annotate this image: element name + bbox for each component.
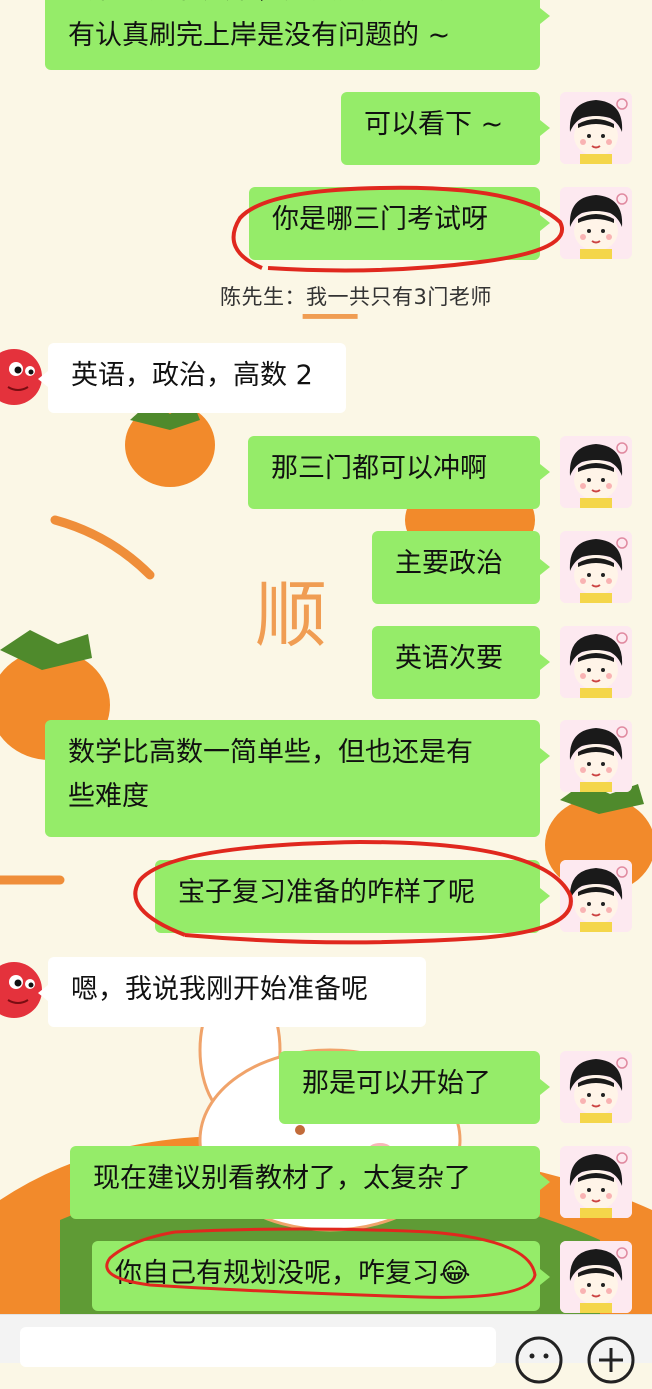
message-text: 你是哪三门考试呀 — [272, 204, 488, 235]
message-input[interactable] — [20, 1327, 496, 1367]
message-bubble[interactable]: 那三门都可以冲啊 — [248, 436, 550, 509]
message-text: 英语次要 — [395, 643, 503, 674]
message-bubble[interactable]: 你自己有规划没呢，咋复习😂 — [92, 1241, 550, 1311]
girl-avatar-icon[interactable] — [560, 436, 632, 508]
girl-avatar-icon[interactable] — [560, 1146, 632, 1218]
message-text: 些难度 — [68, 781, 149, 812]
message-bubble[interactable]: 主要政治 — [372, 531, 550, 604]
message-bubble[interactable]: 那是可以开始了 — [279, 1051, 550, 1124]
girl-avatar-icon[interactable] — [560, 860, 632, 932]
girl-avatar-icon[interactable] — [560, 720, 632, 792]
message-text: 有认真刷完上岸是没有问题的 ~ — [68, 20, 451, 51]
chat-area: 会有好题和英语，还真大概也会 有认真刷完上岸是没有问题的 ~ 可以看下 ~ 你是… — [0, 0, 652, 1362]
message-text: 现在建议别看教材了，太复杂了 — [93, 1163, 471, 1194]
message-bubble[interactable]: 现在建议别看教材了，太复杂了 — [70, 1146, 550, 1219]
message-text: 那三门都可以冲啊 — [271, 453, 487, 484]
message-bubble[interactable]: 英语，政治，高数 2 — [38, 343, 346, 413]
girl-avatar-icon[interactable] — [560, 626, 632, 698]
message-text: 那是可以开始了 — [302, 1068, 491, 1099]
message-text: 数学比高数一简单些，但也还是有 — [68, 737, 473, 768]
girl-avatar-icon[interactable] — [560, 1051, 632, 1123]
message-bubble[interactable]: 英语次要 — [372, 626, 550, 699]
message-text: 主要政治 — [395, 548, 503, 579]
message-text: 你自己有规划没呢，咋复习😂 — [115, 1258, 471, 1289]
message-text: 可以看下 ~ — [364, 109, 504, 140]
message-bubble[interactable]: 宝子复习准备的咋样了呢 — [155, 860, 550, 933]
smiley-icon[interactable] — [514, 1335, 564, 1385]
message-text: 会有好题和英语，还真大概也会 — [68, 0, 446, 12]
girl-avatar-icon[interactable] — [560, 1241, 632, 1313]
plus-icon[interactable] — [586, 1335, 636, 1385]
message-bubble[interactable]: 嗯，我说我刚开始准备呢 — [38, 957, 426, 1027]
girl-avatar-icon[interactable] — [560, 92, 632, 164]
message-bubble[interactable]: 数学比高数一简单些，但也还是有 些难度 — [45, 720, 550, 837]
message-text: 嗯，我说我刚开始准备呢 — [71, 974, 368, 1005]
quoted-message[interactable]: 陈先生：我一共只有3门老师 — [220, 281, 492, 311]
girl-avatar-icon[interactable] — [560, 187, 632, 259]
message-bubble[interactable]: 会有好题和英语，还真大概也会 有认真刷完上岸是没有问题的 ~ — [45, 0, 550, 70]
message-input-bar — [0, 1314, 652, 1384]
message-text: 宝子复习准备的咋样了呢 — [178, 877, 475, 908]
message-bubble[interactable]: 你是哪三门考试呀 — [249, 187, 550, 260]
message-text: 英语，政治，高数 2 — [71, 360, 313, 391]
girl-avatar-icon[interactable] — [560, 531, 632, 603]
message-bubble[interactable]: 可以看下 ~ — [341, 92, 550, 165]
